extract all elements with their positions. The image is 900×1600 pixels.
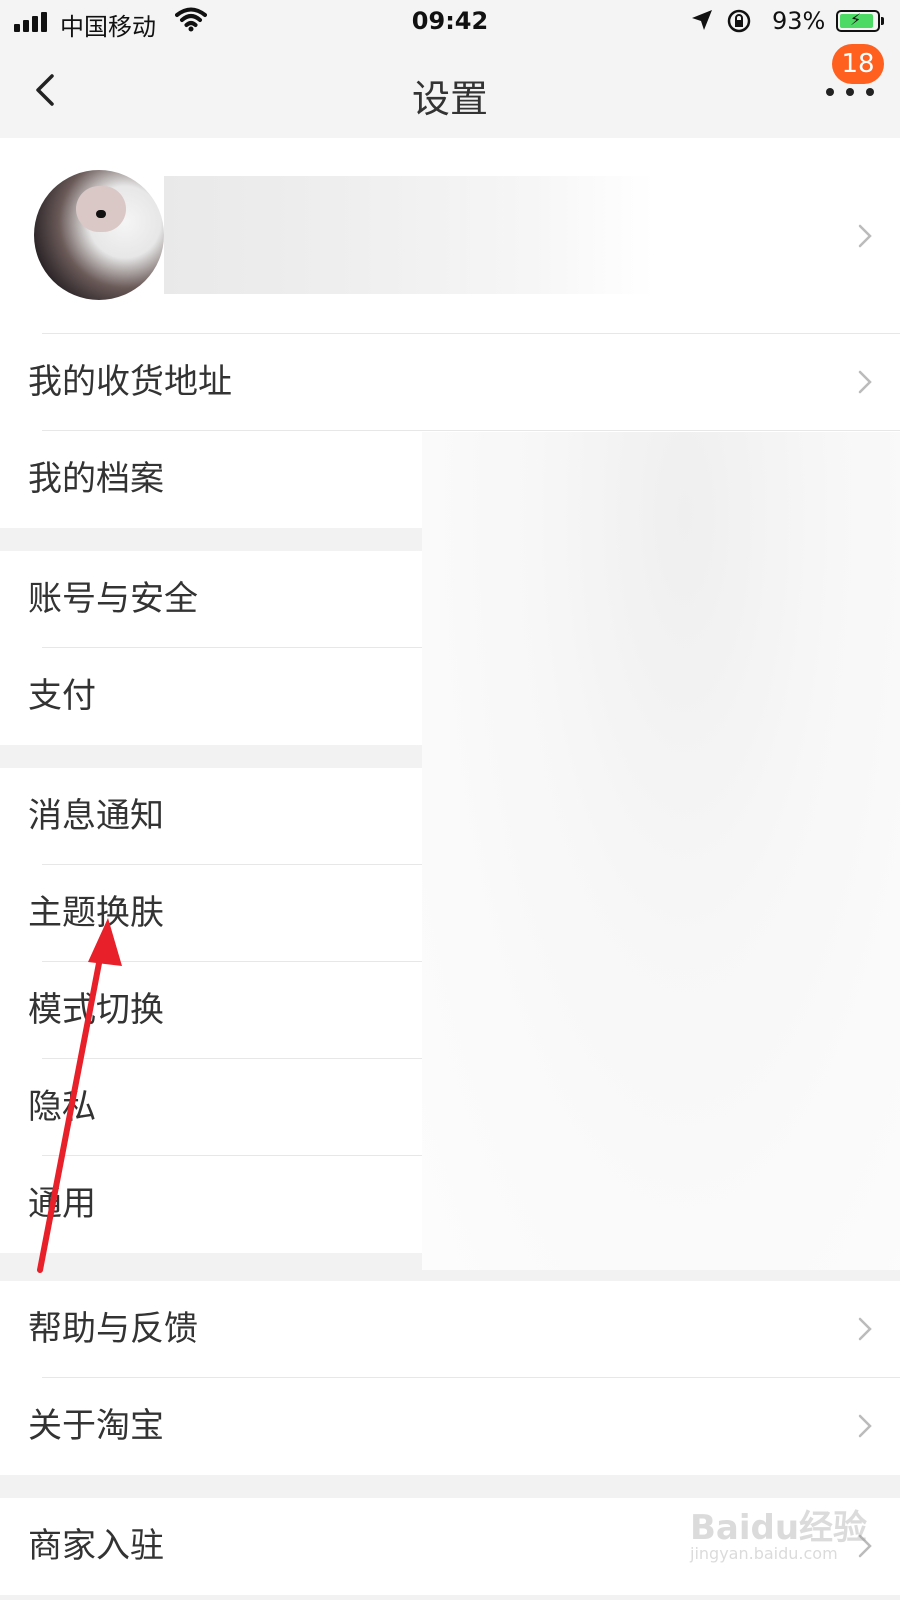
blurred-username <box>164 176 654 294</box>
nav-bar: 设置 18 <box>0 44 900 138</box>
baidu-watermark: Baidu经验 jingyan.baidu.com <box>690 1500 890 1570</box>
status-clock: 09:42 <box>411 7 489 35</box>
avatar-face <box>76 186 126 232</box>
page-title: 设置 <box>411 77 488 121</box>
battery-percentage: 93% <box>772 7 826 35</box>
watermark-url: jingyan.baidu.com <box>690 1544 838 1563</box>
menu-item-label: 模式切换 <box>28 990 164 1030</box>
avatar-nose <box>96 210 106 218</box>
rotation-lock-icon <box>727 9 751 33</box>
chevron-right-icon <box>858 224 872 248</box>
menu-item-label: 关于淘宝 <box>28 1406 164 1446</box>
menu-item-label: 帮助与反馈 <box>28 1309 198 1349</box>
status-bar: 中国移动 09:42 93% ⚡ <box>0 0 900 44</box>
battery-icon: ⚡ <box>836 10 880 32</box>
menu-item-label: 商家入驻 <box>28 1526 164 1566</box>
more-dot-icon <box>846 88 854 96</box>
menu-item-label: 消息通知 <box>28 796 164 836</box>
menu-item-shipping-address[interactable]: 我的收货地址 <box>0 334 900 431</box>
menu-item-label: 支付 <box>28 676 96 716</box>
battery-tip <box>881 17 884 25</box>
menu-item-help-feedback[interactable]: 帮助与反馈 <box>0 1281 900 1378</box>
menu-item-label: 账号与安全 <box>28 579 198 619</box>
more-dot-icon <box>866 88 874 96</box>
location-arrow-icon <box>692 10 712 30</box>
watermark-logo: Baidu经验 <box>690 1508 868 1548</box>
chevron-right-icon <box>858 1414 872 1438</box>
menu-item-label: 通用 <box>28 1184 96 1224</box>
chevron-right-icon <box>858 370 872 394</box>
menu-item-label: 主题换肤 <box>28 893 164 933</box>
more-dot-icon <box>826 88 834 96</box>
menu-item-about-taobao[interactable]: 关于淘宝 <box>0 1378 900 1475</box>
menu-item-label: 我的收货地址 <box>28 362 232 402</box>
avatar[interactable] <box>34 170 164 300</box>
menu-item-label: 我的档案 <box>28 459 164 499</box>
menu-item-label: 隐私 <box>28 1087 96 1127</box>
charging-bolt-icon: ⚡ <box>850 10 862 29</box>
profile-row[interactable] <box>0 138 900 334</box>
chevron-right-icon <box>858 1317 872 1341</box>
notification-badge: 18 <box>832 44 884 84</box>
blurred-overlay <box>422 432 900 1270</box>
